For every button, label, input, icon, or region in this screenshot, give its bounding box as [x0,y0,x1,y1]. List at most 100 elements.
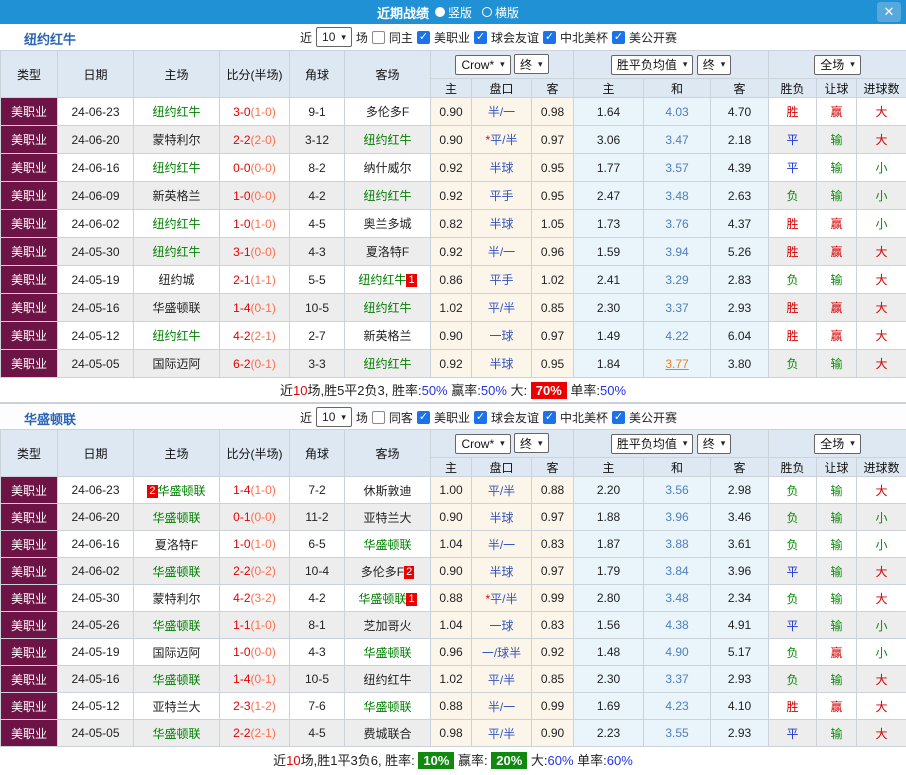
home-team-cell: 国际迈阿 [134,639,220,666]
league-checkbox[interactable]: ✓ [543,411,556,424]
chevron-down-icon: ▾ [341,412,346,423]
filter-suffix-label: 场 [356,29,368,46]
avg-away-odds-cell: 2.63 [711,182,769,210]
avg-draw-value: 4.90 [665,645,688,659]
sub-column-header: 进球数 [857,79,906,98]
home-team-cell: 华盛顿联 [134,558,220,585]
odds-company-select-value: Crow* [461,437,494,451]
close-button[interactable]: ✕ [877,2,901,22]
league-checkbox[interactable]: ✓ [417,31,430,44]
odds-company-select[interactable]: Crow*▾ [455,55,510,75]
league-checkbox[interactable]: ✓ [474,411,487,424]
final-odds-select[interactable]: 终▾ [514,54,549,74]
home-team-cell: 纽约红牛 [134,154,220,182]
asian-away-odds-cell: 0.98 [532,98,574,126]
scope-select[interactable]: 全场▾ [814,434,861,454]
asian-home-odds-cell: 0.92 [431,350,472,378]
sub-column-header: 主 [574,79,644,98]
final-avg-select[interactable]: 终▾ [697,55,732,75]
same-venue-checkbox[interactable] [372,31,385,44]
final-odds-select[interactable]: 终▾ [514,433,549,453]
league-filter-label: 美公开赛 [629,409,677,426]
asian-away-odds-cell: 0.97 [532,558,574,585]
corners-cell: 11-2 [290,504,345,531]
asian-home-odds-cell: 0.90 [431,126,472,154]
team-label: 华盛顿联 [152,565,200,579]
league-filter-label: 美职业 [434,409,470,426]
avg-odds-select[interactable]: 胜平负均值▾ [611,55,694,75]
avg-draw-value: 4.23 [665,699,688,713]
team-label: 蒙特利尔 [152,592,200,606]
asian-line-cell: 半球 [472,210,532,238]
avg-away-odds-cell: 4.70 [711,98,769,126]
home-team-cell: 华盛顿联 [134,294,220,322]
league-checkbox[interactable]: ✓ [612,411,625,424]
fulltime-score: 2-2 [233,133,250,147]
sub-column-header: 客 [711,458,769,477]
results-table: 类型日期主场比分(半场)角球客场Crow*▾ 终▾胜平负均值▾ 终▾全场▾主盘口… [0,50,906,378]
radio-vertical[interactable]: 竖版 [435,4,472,21]
avg-draw-value[interactable]: 3.77 [665,357,688,371]
league-checkbox[interactable]: ✓ [543,31,556,44]
asian-line-label: 半/一 [488,105,515,119]
odds-company-select[interactable]: Crow*▾ [455,434,510,454]
avg-home-odds-cell: 2.80 [574,585,644,612]
odds-company-header: Crow*▾ 终▾ [431,430,574,458]
avg-home-odds-cell: 1.59 [574,238,644,266]
same-venue-checkbox[interactable] [372,411,385,424]
score-cell: 2-2(2-1) [220,720,290,747]
asian-away-odds-cell: 0.97 [532,504,574,531]
team-label: 亚特兰大 [363,511,411,525]
table-row: 美职业24-06-232华盛顿联1-4(1-0)7-2休斯敦迪1.00平/半0.… [1,477,906,504]
score-cell: 2-2(0-2) [220,558,290,585]
team-label: 纽约红牛 [363,301,411,315]
asian-line-cell: 半/一 [472,531,532,558]
team-label: 纽约红牛 [152,329,200,343]
asian-line-cell: 半/一 [472,98,532,126]
league-cell: 美职业 [1,182,58,210]
league-cell: 美职业 [1,612,58,639]
final-avg-select[interactable]: 终▾ [697,434,732,454]
result-goals-cell: 大 [857,238,906,266]
corners-cell: 7-6 [290,693,345,720]
asian-home-odds-cell: 0.90 [431,558,472,585]
asian-line-label: 平/半 [490,133,517,147]
score-cell: 4-2(2-1) [220,322,290,350]
summary-segment: 60% [548,753,574,768]
column-header: 比分(半场) [220,430,290,477]
result-goals-cell: 大 [857,720,906,747]
result-wdl-cell: 胜 [769,238,817,266]
league-cell: 美职业 [1,585,58,612]
summary-segment: 场,胜5平2负3, 胜率: [307,383,421,398]
sub-column-header: 和 [644,458,711,477]
match-count-select[interactable]: 10▾ [316,27,352,47]
avg-draw-odds-cell: 3.77 [644,350,711,378]
match-count-select[interactable]: 10▾ [316,407,352,427]
league-checkbox[interactable]: ✓ [474,31,487,44]
date-cell: 24-05-05 [58,720,134,747]
date-cell: 24-05-30 [58,585,134,612]
avg-draw-odds-cell: 3.55 [644,720,711,747]
scope-select[interactable]: 全场▾ [814,55,861,75]
halftime-score: (1-0) [251,618,276,632]
home-team-cell: 国际迈阿 [134,350,220,378]
radio-horizontal[interactable]: 横版 [482,4,519,21]
asian-away-odds-cell: 0.83 [532,531,574,558]
league-checkbox[interactable]: ✓ [417,411,430,424]
halftime-score: (0-1) [251,357,276,371]
fulltime-score: 0-1 [233,510,250,524]
league-checkbox[interactable]: ✓ [612,31,625,44]
result-handicap-cell: 赢 [817,639,857,666]
avg-draw-value: 3.47 [665,133,688,147]
score-cell: 1-0(0-0) [220,182,290,210]
sub-column-header: 和 [644,79,711,98]
avg-odds-select-value: 胜平负均值 [617,435,677,452]
league-cell: 美职业 [1,294,58,322]
avg-home-odds-cell: 1.48 [574,639,644,666]
date-cell: 24-06-02 [58,210,134,238]
asian-line-label: 平/半 [488,673,515,687]
asian-away-odds-cell: 0.95 [532,350,574,378]
date-cell: 24-06-23 [58,98,134,126]
avg-odds-select[interactable]: 胜平负均值▾ [611,434,694,454]
team-label: 华盛顿联 [363,538,411,552]
